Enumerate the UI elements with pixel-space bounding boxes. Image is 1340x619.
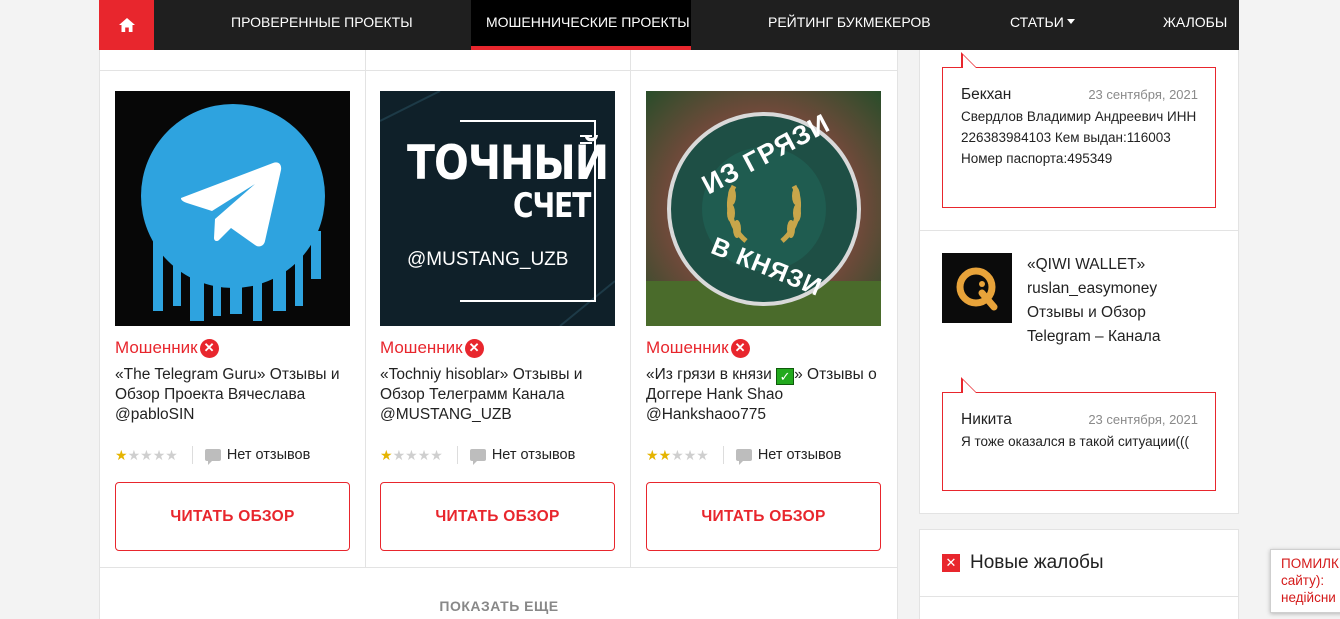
- close-square-icon: ✕: [942, 554, 960, 572]
- toast-line: недійсни: [1281, 590, 1336, 605]
- sidebar-new-complaints: ✕ Новые жалобы: [919, 529, 1239, 619]
- star-icon: ★: [392, 447, 406, 463]
- divider: [191, 446, 193, 464]
- status-line: Мошенник ✕: [115, 337, 350, 359]
- banner-handle: @MUSTANG_UZB: [407, 249, 569, 270]
- divider: [456, 446, 458, 464]
- star-icon: ★: [140, 447, 153, 463]
- card-image[interactable]: [115, 91, 350, 326]
- section-title: Новые жалобы: [970, 552, 1104, 573]
- error-toast[interactable]: ПОМИЛК сайту): недійсни: [1270, 549, 1340, 613]
- star-icon: ★: [417, 447, 431, 463]
- card-title-part: «Из грязи в князи: [646, 366, 777, 383]
- comment-date: 23 сентября, 2021: [1088, 87, 1198, 102]
- project-card: ТОЧНЫЙ СЧЕТ @MUSTANG_UZB Мошенник ✕ «Toc…: [380, 91, 615, 551]
- reviews-count: Нет отзывов: [226, 447, 311, 463]
- qiwi-logo-icon: [942, 253, 1012, 323]
- show-more-button[interactable]: ПОКАЗАТЬ ЕЩЕ: [100, 598, 898, 614]
- close-circle-icon: ✕: [199, 338, 219, 358]
- status-line: Мошенник ✕: [646, 337, 881, 359]
- project-card: ИЗ ГРЯЗИ В КНЯЗИ Мошенник ✕ «Из грязи в …: [646, 91, 881, 551]
- divider: [920, 596, 1238, 597]
- scam-status-label: Мошенник: [380, 338, 463, 357]
- read-review-button[interactable]: ЧИТАТЬ ОБЗОР: [380, 482, 615, 551]
- star-icon: ★: [127, 447, 141, 463]
- telegram-logo-icon: [141, 104, 325, 321]
- card-image[interactable]: ИЗ ГРЯЗИ В КНЯЗИ: [646, 91, 881, 326]
- reviews-count: Нет отзывов: [491, 447, 576, 463]
- banner-line1: ТОЧНЫЙ: [407, 135, 609, 191]
- card-title[interactable]: «Из грязи в князи ✓» Отзывы о Доггере Ha…: [646, 365, 881, 427]
- project-card: Мошенник ✕ «The Telegram Guru» Отзывы и …: [115, 91, 350, 551]
- scam-status-label: Мошенник: [646, 338, 729, 357]
- comment-date: 23 сентября, 2021: [1088, 412, 1198, 427]
- star-icon: ★: [696, 447, 709, 463]
- nav-verified-projects[interactable]: ПРОВЕРЕННЫЕ ПРОЕКТЫ: [231, 0, 413, 50]
- reviews-count: Нет отзывов: [757, 447, 842, 463]
- comment-text: Свердлов Владимир Андреевич ИНН 22638398…: [961, 109, 1197, 166]
- comment-card[interactable]: Никита 23 сентября, 2021 Я тоже оказался…: [942, 377, 1216, 491]
- comment-author: Бекхан: [961, 86, 1012, 103]
- star-icon: ★: [646, 447, 659, 463]
- star-icon: ★: [658, 447, 672, 463]
- divider: [630, 50, 631, 567]
- rating-stars: ★ ★ ★ ★ ★: [646, 448, 709, 462]
- grid-top-row: [100, 50, 898, 71]
- status-line: Мошенник ✕: [380, 337, 615, 359]
- comment-author: Никита: [961, 411, 1012, 428]
- star-icon: ★: [115, 447, 128, 463]
- star-icon: ★: [430, 447, 443, 463]
- card-image[interactable]: ТОЧНЫЙ СЧЕТ @MUSTANG_UZB: [380, 91, 615, 326]
- chevron-down-icon: [1066, 19, 1075, 25]
- star-icon: ★: [683, 447, 697, 463]
- read-review-button[interactable]: ЧИТАТЬ ОБЗОР: [115, 482, 350, 551]
- star-icon: ★: [165, 447, 178, 463]
- home-button[interactable]: [99, 0, 154, 50]
- divider: [365, 50, 366, 567]
- laurel-wreath-emblem-icon: [646, 91, 881, 326]
- nav-bookmaker-rating[interactable]: РЕЙТИНГ БУКМЕКЕРОВ: [768, 0, 931, 50]
- banner-line2: СЧЕТ: [513, 185, 591, 226]
- projects-grid: Мошенник ✕ «The Telegram Guru» Отзывы и …: [99, 50, 898, 619]
- comment-card[interactable]: Бекхан 23 сентября, 2021 Свердлов Владим…: [942, 52, 1216, 208]
- toast-line: сайту):: [1281, 573, 1325, 588]
- check-mark-icon: ✓: [776, 368, 795, 385]
- rating-stars: ★ ★ ★ ★ ★: [115, 448, 178, 462]
- comment-icon: [735, 449, 752, 465]
- card-meta: ★ ★ ★ ★ ★ Нет отзывов: [646, 445, 881, 465]
- scam-status-label: Мошенник: [115, 338, 198, 357]
- card-meta: ★ ★ ★ ★ ★ Нет отзывов: [380, 445, 615, 465]
- nav-scam-projects[interactable]: МОШЕННИЧЕСКИЕ ПРОЕКТЫ: [471, 0, 691, 50]
- comment-text: Я тоже оказался в такой ситуации(((: [961, 434, 1189, 449]
- comment-icon: [204, 449, 221, 465]
- toast-line: ПОМИЛК: [1281, 556, 1339, 571]
- nav-complaints[interactable]: ЖАЛОБЫ: [1163, 0, 1227, 50]
- star-icon: ★: [405, 447, 418, 463]
- read-review-button[interactable]: ЧИТАТЬ ОБЗОР: [646, 482, 881, 551]
- card-meta: ★ ★ ★ ★ ★ Нет отзывов: [115, 445, 350, 465]
- star-icon: ★: [152, 447, 166, 463]
- star-icon: ★: [671, 447, 684, 463]
- sidebar-latest-comments: Бекхан 23 сентября, 2021 Свердлов Владим…: [919, 50, 1239, 514]
- star-icon: ★: [380, 447, 393, 463]
- home-icon: [118, 18, 135, 32]
- comment-icon: [469, 449, 486, 465]
- card-title[interactable]: «The Telegram Guru» Отзывы и Обзор Проек…: [115, 365, 350, 427]
- top-navbar: ПРОВЕРЕННЫЕ ПРОЕКТЫ МОШЕННИЧЕСКИЕ ПРОЕКТ…: [99, 0, 1239, 50]
- divider: [920, 230, 1238, 231]
- divider: [100, 567, 898, 568]
- close-circle-icon: ✕: [730, 338, 750, 358]
- nav-articles[interactable]: СТАТЬИ: [1010, 0, 1075, 50]
- card-title[interactable]: «Tochniy hisoblar» Отзывы и Обзор Телегр…: [380, 365, 615, 427]
- project-title: «QIWI WALLET» ruslan_easymoney Отзывы и …: [1027, 256, 1161, 345]
- divider: [722, 446, 724, 464]
- rating-stars: ★ ★ ★ ★ ★: [380, 448, 443, 462]
- close-circle-icon: ✕: [464, 338, 484, 358]
- project-link[interactable]: «QIWI WALLET» ruslan_easymoney Отзывы и …: [942, 253, 1202, 349]
